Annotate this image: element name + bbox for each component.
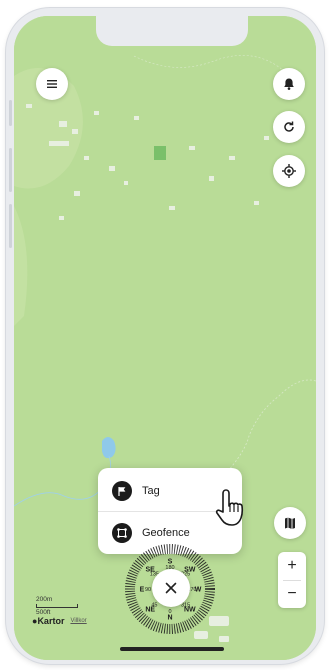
compass-degree-0: 0 [168, 609, 171, 615]
side-button-mute [9, 100, 12, 126]
hamburger-icon [47, 80, 57, 88]
scale-imperial: 500ft [36, 609, 51, 616]
side-button-volume-down [9, 204, 12, 248]
compass-label-n: N [167, 615, 172, 622]
refresh-button[interactable] [273, 111, 305, 143]
scale-metric: 200m [36, 596, 53, 603]
pointer-hand-icon [215, 489, 244, 526]
zoom-control: + − [278, 552, 306, 608]
side-button-volume-up [9, 148, 12, 192]
menu-item-tag-label: Tag [142, 485, 160, 497]
refresh-icon [284, 121, 294, 132]
menu-button[interactable] [36, 68, 68, 100]
map-icon [285, 517, 295, 529]
scale-bar [36, 604, 78, 608]
compass-label-e: E [140, 587, 145, 594]
brand-name: Kartor [37, 616, 65, 626]
map-screen[interactable]: Tag Geofence + − 200m 500ft ● Kartor Vil… [14, 16, 316, 660]
zoom-in-button[interactable]: + [278, 552, 306, 580]
crosshair-icon [282, 164, 296, 178]
compass-degree-315: 315 [181, 603, 190, 609]
map-scale: 200m 500ft [36, 596, 78, 616]
device-notch [96, 16, 248, 46]
map-attribution: ● Kartor Villkor [32, 616, 87, 626]
bell-icon [284, 78, 294, 90]
my-location-button[interactable] [273, 155, 305, 187]
compass-degree-90: 90 [145, 587, 151, 593]
compass-degree-45: 45 [151, 603, 157, 609]
flag-icon [112, 481, 132, 501]
home-indicator [120, 647, 224, 651]
close-menu-button[interactable] [152, 569, 190, 607]
close-icon [165, 582, 177, 594]
legal-link[interactable]: Villkor [70, 618, 86, 624]
notifications-button[interactable] [273, 68, 305, 100]
map-layers-button[interactable] [274, 507, 306, 539]
zoom-out-button[interactable]: − [278, 580, 306, 608]
